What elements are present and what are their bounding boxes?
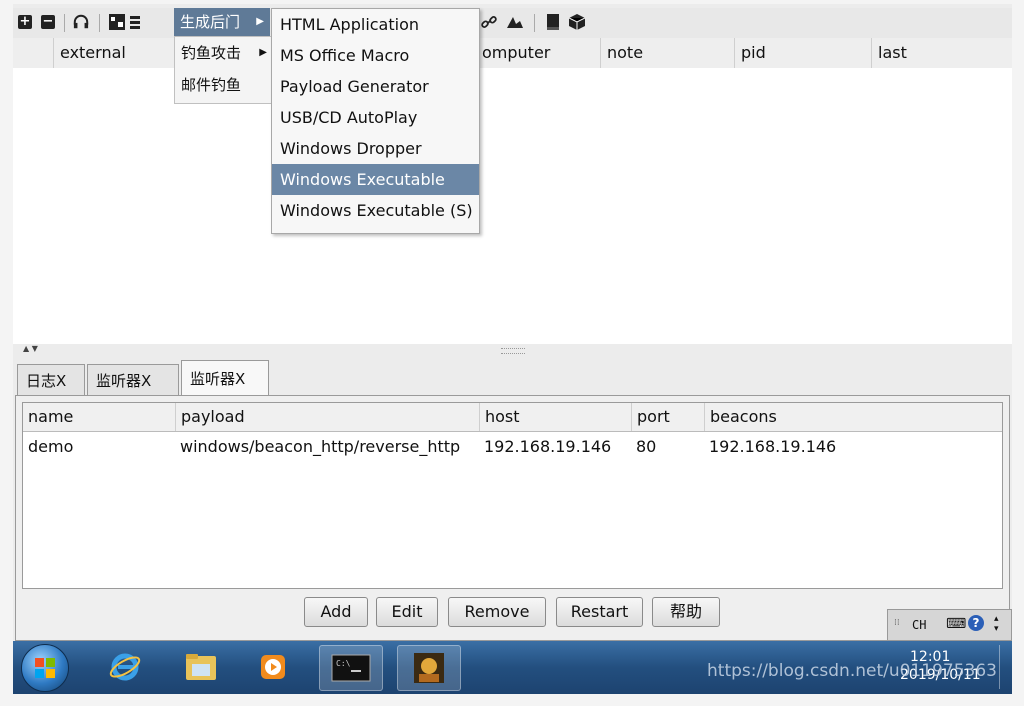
edit-button[interactable]: Edit [376,597,438,627]
app-icon[interactable] [397,645,461,691]
link-icon[interactable] [481,14,497,30]
menu-item-windows-executable[interactable]: Windows Executable [272,164,479,195]
column-header-name[interactable]: name [23,403,175,431]
cmd-icon[interactable]: C:\ [319,645,383,691]
keyboard-icon[interactable]: ⌨ [946,616,966,632]
menu-item-phishing-attack[interactable]: 钓鱼攻击 ▶ [175,37,271,69]
remove-icon[interactable]: − [40,14,56,30]
tab-listeners-2[interactable]: 监听器X [181,360,269,397]
pivot-graph-icon[interactable] [109,14,125,30]
pane-splitter[interactable]: ▲ ▼ [13,344,1012,360]
toolbar-separator [99,14,100,32]
add-button[interactable]: Add [304,597,368,627]
media-player-icon[interactable] [249,645,297,689]
packages-submenu: HTML Application MS Office Macro Payload… [271,8,480,234]
explorer-icon[interactable] [177,645,225,689]
cell-host: 192.168.19.146 [484,437,612,456]
menu-item-windows-executable-s[interactable]: Windows Executable (S) [272,195,479,226]
svg-text:C:\: C:\ [336,659,351,668]
column-header-payload[interactable]: payload [175,403,479,431]
menu-item-usb-cd-autoplay[interactable]: USB/CD AutoPlay [272,102,479,133]
toolbar-separator [534,14,535,32]
collapse-arrows-icon[interactable]: ▲ ▼ [23,344,38,353]
help-button[interactable]: 帮助 [652,597,720,627]
menu-item-windows-dropper[interactable]: Windows Dropper [272,133,479,164]
cell-name: demo [28,437,74,456]
app-window: + − external omputer note pid last ▲ ▼ 生… [13,4,1012,694]
column-header-computer[interactable]: omputer [476,38,600,68]
column-header-pid[interactable]: pid [734,38,871,68]
watermark-text: https://blog.csdn.net/u011975363 [707,661,997,681]
menu-item-ms-office-macro[interactable]: MS Office Macro [272,40,479,71]
headphones-icon[interactable] [73,14,89,30]
cloud-icon[interactable] [505,14,525,30]
help-icon[interactable]: ? [968,615,984,631]
document-icon[interactable] [545,14,561,30]
column-header-port[interactable]: port [631,403,704,431]
column-header-blank[interactable] [13,38,53,68]
list-icon[interactable] [130,14,140,30]
ie-icon[interactable] [101,645,149,689]
remove-button[interactable]: Remove [448,597,546,627]
cell-beacons: 192.168.19.146 [709,437,837,456]
menu-item-payload-generator[interactable]: Payload Generator [272,71,479,102]
language-bar-grip: ⁞⁞ [894,618,900,628]
language-bar[interactable]: ⁞⁞ CH ⌨ ? ▴ ▾ [887,609,1012,641]
sessions-table-header: external omputer note pid last [13,38,1012,69]
toolbar: + − [13,8,1012,38]
cell-payload: windows/beacon_http/reverse_http [180,437,461,456]
start-button[interactable] [21,644,69,692]
menu-item-html-application[interactable]: HTML Application [272,9,479,40]
menu-generate-backdoor-label: 生成后门 [180,13,241,31]
sessions-table-body[interactable] [13,68,1012,345]
lang-indicator[interactable]: CH [912,618,926,632]
package-icon[interactable] [569,14,585,30]
submenu-arrow-icon: ▶ [259,47,267,58]
submenu-arrow-icon: ▶ [256,16,264,27]
column-header-beacons[interactable]: beacons [704,403,1002,431]
toolbar-separator [64,14,65,32]
menu-item-label: 邮件钓鱼 [181,76,242,94]
splitter-grip[interactable] [501,348,525,354]
menu-item-label: 钓鱼攻击 [181,44,242,62]
options-arrow-icon[interactable]: ▴ ▾ [994,614,999,634]
table-row[interactable]: demo windows/beacon_http/reverse_http 19… [23,432,1002,462]
column-header-note[interactable]: note [600,38,734,68]
listeners-table: name payload host port beacons demo wind… [22,402,1003,589]
tab-event-log[interactable]: 日志X [17,364,85,396]
listeners-table-header: name payload host port beacons [23,403,1002,432]
column-header-host[interactable]: host [479,403,631,431]
menu-item-spear-phish[interactable]: 邮件钓鱼 [175,69,271,101]
attacks-submenu: 钓鱼攻击 ▶ 邮件钓鱼 [174,36,272,104]
column-header-last[interactable]: last [871,38,1012,68]
tab-listeners-1[interactable]: 监听器X [87,364,179,396]
cell-port: 80 [636,437,657,456]
restart-button[interactable]: Restart [556,597,643,627]
menu-generate-backdoor[interactable]: 生成后门 ▶ [174,8,270,36]
show-desktop-button[interactable] [999,645,1012,689]
add-icon[interactable]: + [17,14,33,30]
